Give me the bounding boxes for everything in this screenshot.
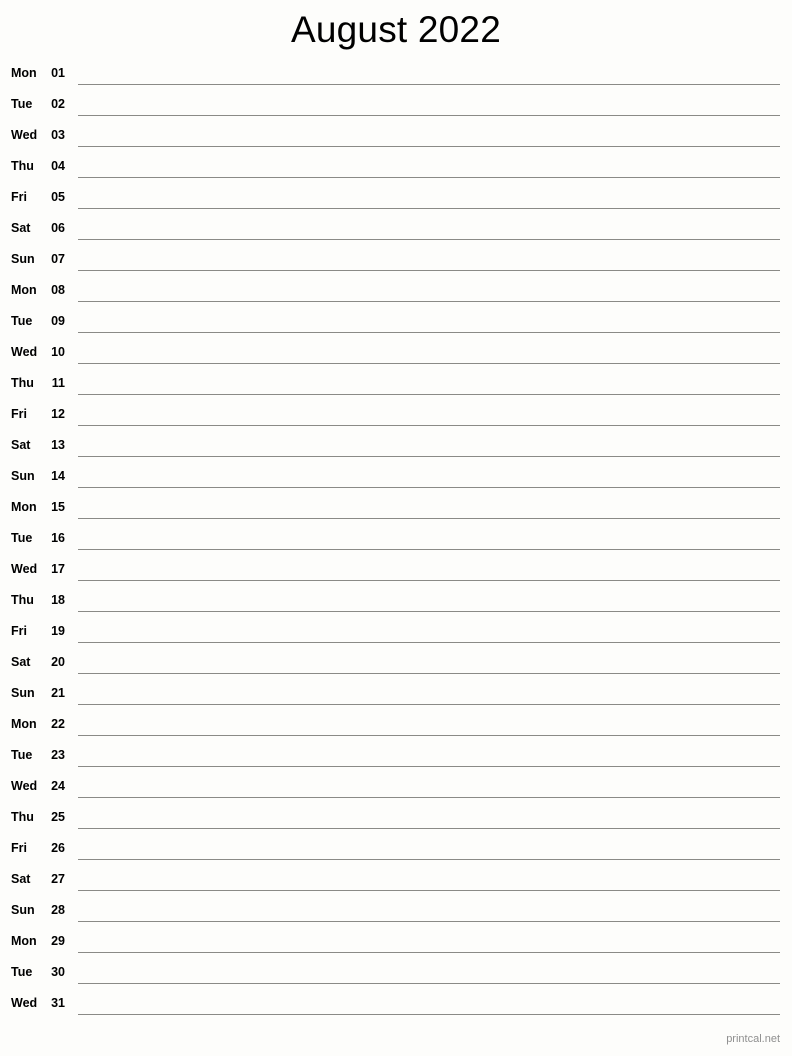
day-date-number: 31: [51, 996, 65, 1010]
day-writing-line[interactable]: [78, 518, 780, 519]
day-date-number: 08: [51, 283, 65, 297]
day-row[interactable]: Sun 28: [0, 899, 792, 930]
day-row[interactable]: Tue 30: [0, 961, 792, 992]
day-row[interactable]: Mon 01: [0, 62, 792, 93]
day-row[interactable]: Fri 26: [0, 837, 792, 868]
day-date-number: 09: [51, 314, 65, 328]
day-row[interactable]: Tue 16: [0, 527, 792, 558]
day-writing-line[interactable]: [78, 673, 780, 674]
day-date-number: 30: [51, 965, 65, 979]
day-writing-line[interactable]: [78, 425, 780, 426]
day-writing-line[interactable]: [78, 921, 780, 922]
day-row[interactable]: Wed 03: [0, 124, 792, 155]
day-date-number: 23: [51, 748, 65, 762]
day-writing-line[interactable]: [78, 1014, 780, 1015]
day-writing-line[interactable]: [78, 859, 780, 860]
day-row[interactable]: Fri 12: [0, 403, 792, 434]
day-row[interactable]: Sat 13: [0, 434, 792, 465]
day-date-number: 20: [51, 655, 65, 669]
day-writing-line[interactable]: [78, 890, 780, 891]
day-writing-line[interactable]: [78, 704, 780, 705]
day-writing-line[interactable]: [78, 983, 780, 984]
day-date-number: 13: [51, 438, 65, 452]
day-row[interactable]: Mon 22: [0, 713, 792, 744]
day-row[interactable]: Wed 31: [0, 992, 792, 1023]
day-row[interactable]: Wed 17: [0, 558, 792, 589]
day-writing-line[interactable]: [78, 177, 780, 178]
day-row[interactable]: Sat 27: [0, 868, 792, 899]
day-date-number: 27: [51, 872, 65, 886]
day-row[interactable]: Fri 19: [0, 620, 792, 651]
day-writing-line[interactable]: [78, 766, 780, 767]
day-row[interactable]: Sat 20: [0, 651, 792, 682]
day-writing-line[interactable]: [78, 735, 780, 736]
day-date-number: 05: [51, 190, 65, 204]
day-writing-line[interactable]: [78, 208, 780, 209]
day-row[interactable]: Tue 09: [0, 310, 792, 341]
day-date-number: 01: [51, 66, 65, 80]
day-writing-line[interactable]: [78, 332, 780, 333]
day-date-number: 04: [51, 159, 65, 173]
day-row[interactable]: Sun 14: [0, 465, 792, 496]
day-date-number: 16: [51, 531, 65, 545]
day-row[interactable]: Fri 05: [0, 186, 792, 217]
day-row[interactable]: Thu 18: [0, 589, 792, 620]
day-row[interactable]: Sun 21: [0, 682, 792, 713]
day-row[interactable]: Tue 02: [0, 93, 792, 124]
day-writing-line[interactable]: [78, 611, 780, 612]
day-date-number: 10: [51, 345, 65, 359]
day-writing-line[interactable]: [78, 115, 780, 116]
day-date-number: 03: [51, 128, 65, 142]
day-date-number: 02: [51, 97, 65, 111]
day-row[interactable]: Wed 10: [0, 341, 792, 372]
day-date-number: 14: [51, 469, 65, 483]
day-row[interactable]: Thu 04: [0, 155, 792, 186]
day-writing-line[interactable]: [78, 84, 780, 85]
day-date-number: 24: [51, 779, 65, 793]
day-date-number: 11: [51, 376, 65, 390]
day-row[interactable]: Mon 08: [0, 279, 792, 310]
day-row[interactable]: Mon 29: [0, 930, 792, 961]
day-date-number: 17: [51, 562, 65, 576]
day-row[interactable]: Sun 07: [0, 248, 792, 279]
page-title: August 2022: [291, 9, 501, 50]
day-writing-line[interactable]: [78, 797, 780, 798]
day-writing-line[interactable]: [78, 239, 780, 240]
day-date-number: 28: [51, 903, 65, 917]
day-date-number: 26: [51, 841, 65, 855]
day-date-number: 12: [51, 407, 65, 421]
day-writing-line[interactable]: [78, 146, 780, 147]
day-date-number: 19: [51, 624, 65, 638]
day-writing-line[interactable]: [78, 549, 780, 550]
day-writing-line[interactable]: [78, 952, 780, 953]
day-date-number: 29: [51, 934, 65, 948]
day-row[interactable]: Tue 23: [0, 744, 792, 775]
day-writing-line[interactable]: [78, 270, 780, 271]
day-row-list: Mon 01 Tue 02 Wed 03 Thu 04 Fri 05 Sat 06 Sun 07 Mon 08…: [0, 62, 792, 1023]
day-date-number: 18: [51, 593, 65, 607]
day-writing-line[interactable]: [78, 301, 780, 302]
day-writing-line[interactable]: [78, 363, 780, 364]
day-date-number: 22: [51, 717, 65, 731]
day-date-number: 25: [51, 810, 65, 824]
day-writing-line[interactable]: [78, 394, 780, 395]
day-writing-line[interactable]: [78, 456, 780, 457]
day-date-number: 15: [51, 500, 65, 514]
day-writing-line[interactable]: [78, 487, 780, 488]
day-row[interactable]: Thu 25: [0, 806, 792, 837]
day-row[interactable]: Wed 24: [0, 775, 792, 806]
day-writing-line[interactable]: [78, 580, 780, 581]
day-writing-line[interactable]: [78, 642, 780, 643]
day-row[interactable]: Mon 15: [0, 496, 792, 527]
day-date-number: 07: [51, 252, 65, 266]
day-writing-line[interactable]: [78, 828, 780, 829]
day-date-number: 06: [51, 221, 65, 235]
day-row[interactable]: Thu 11: [0, 372, 792, 403]
day-row[interactable]: Sat 06: [0, 217, 792, 248]
footer-attribution: printcal.net: [726, 1033, 780, 1045]
day-date-number: 21: [51, 686, 65, 700]
calendar-page: August 2022 Mon 01 Tue 02 Wed 03 Thu 04 Fri 05 Sat…: [0, 0, 792, 1056]
